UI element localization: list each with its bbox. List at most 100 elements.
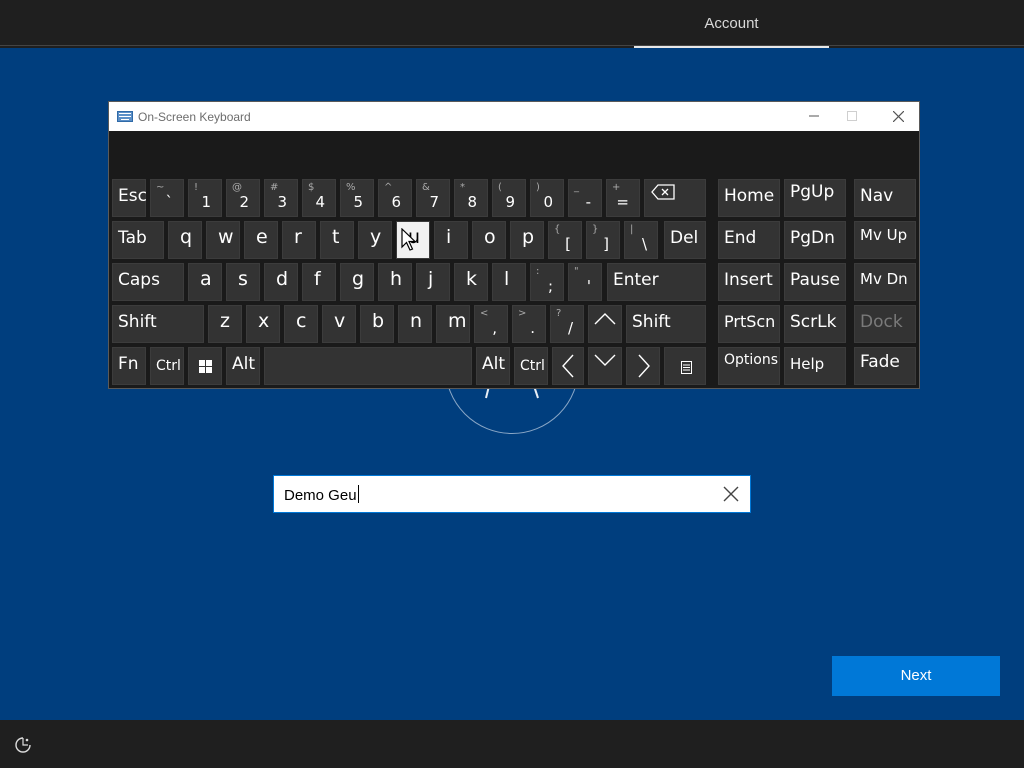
key-sym-r3-0[interactable]: :; [530,263,564,301]
next-button[interactable]: Next [832,656,1000,696]
close-icon [893,111,904,122]
key-sym-2[interactable]: | \ [624,221,658,259]
key-f[interactable]: f [302,263,336,301]
key-pgup[interactable]: PgUp [784,179,846,217]
key-8[interactable]: * 8 [454,179,488,217]
key-5[interactable]: % 5 [340,179,374,217]
key-z[interactable]: z [208,305,242,343]
tab-account[interactable]: Account [634,0,829,48]
key-2[interactable]: @2 [226,179,260,217]
key-mv-up[interactable]: Mv Up [854,221,916,259]
key-a[interactable]: a [188,263,222,301]
key-e[interactable]: e [244,221,278,259]
maximize-button[interactable] [829,102,875,131]
key-y[interactable]: y [358,221,392,259]
key-`[interactable]: ~ ` [150,179,184,217]
key-options[interactable]: Options [718,347,780,385]
key-3[interactable]: #3 [264,179,298,217]
key-w[interactable]: w [206,221,240,259]
key-i[interactable]: i [434,221,468,259]
key-c[interactable]: c [284,305,318,343]
key-arrow-left[interactable] [552,347,584,385]
key-backspace[interactable] [644,179,706,217]
key-enter[interactable]: Enter [607,263,706,301]
key-shift-right[interactable]: Shift [626,305,706,343]
ease-of-access-icon[interactable] [14,736,32,754]
key-fn[interactable]: Fn [112,347,146,385]
key-pgdn[interactable]: PgDn [784,221,846,259]
key-sym-r4-2[interactable]: ? / [550,305,584,343]
key-pause[interactable]: Pause [784,263,846,301]
key-label: u [408,226,421,248]
clear-icon[interactable] [722,485,740,503]
key-j[interactable]: j [416,263,450,301]
key-nav[interactable]: Nav [854,179,916,217]
key-alt-left[interactable]: Alt [226,347,260,385]
key-end[interactable]: End [718,221,780,259]
key-esc[interactable]: Esc [112,179,147,217]
key-4[interactable]: $4 [302,179,336,217]
key-mv-dn[interactable]: Mv Dn [854,263,916,301]
key-l[interactable]: l [492,263,526,301]
key-t[interactable]: t [320,221,354,259]
key-label: h [390,268,403,290]
key-6[interactable]: ^ 6 [378,179,412,217]
key-r[interactable]: r [282,221,316,259]
arrow-down-icon [594,354,616,366]
key-sym-r3-1[interactable]: " ' [568,263,602,301]
key-p[interactable]: p [510,221,544,259]
close-button[interactable] [875,102,921,131]
key-arrow-right[interactable] [626,347,660,385]
key--[interactable]: _ - [568,179,602,217]
key-0[interactable]: ) 0 [530,179,564,217]
key-label: c [296,310,307,332]
key-b[interactable]: b [360,305,394,343]
key-q[interactable]: q [168,221,202,259]
key-insert[interactable]: Insert [718,263,780,301]
key-sym-1[interactable]: }] [586,221,620,259]
key-1[interactable]: ! 1 [188,179,222,217]
key-s[interactable]: s [226,263,260,301]
key-n[interactable]: n [398,305,432,343]
key-tab[interactable]: Tab [112,221,164,259]
key-sym-r4-1[interactable]: >. [512,305,546,343]
key-caps[interactable]: Caps [112,263,184,301]
key-=[interactable]: + = [606,179,640,217]
osk-titlebar[interactable]: On-Screen Keyboard [109,102,919,131]
key-label: 1 [201,193,211,211]
key-fade[interactable]: Fade [854,347,916,385]
key-ctrl-right[interactable]: Ctrl [514,347,548,385]
key-h[interactable]: h [378,263,412,301]
key-k[interactable]: k [454,263,488,301]
key-ctrl-left[interactable]: Ctrl [150,347,184,385]
key-menu[interactable] [664,347,706,385]
key-shift-label: { [554,224,561,235]
username-input[interactable]: Demo Geu [273,475,751,513]
key-del[interactable]: Del [664,221,706,259]
key-9[interactable]: (9 [492,179,526,217]
key-7[interactable]: & 7 [416,179,450,217]
windows-logo-icon [199,360,212,373]
key-m[interactable]: m [436,305,470,343]
key-home[interactable]: Home [718,179,780,217]
key-arrow-up[interactable] [588,305,622,343]
key-label: d [276,268,289,290]
key-v[interactable]: v [322,305,356,343]
key-shift-left[interactable]: Shift [112,305,204,343]
key-sym-r4-0[interactable]: <, [474,305,508,343]
key-label: n [410,310,423,332]
key-windows[interactable] [188,347,222,385]
key-u[interactable]: u [396,221,430,259]
key-space[interactable] [264,347,472,385]
key-d[interactable]: d [264,263,298,301]
key-help[interactable]: Help [784,347,846,385]
key-sym-0[interactable]: {[ [548,221,582,259]
key-alt-right[interactable]: Alt [476,347,510,385]
key-shift-label: < [480,308,489,319]
key-o[interactable]: o [472,221,506,259]
key-scrlk[interactable]: ScrLk [784,305,846,343]
key-g[interactable]: g [340,263,374,301]
key-x[interactable]: x [246,305,280,343]
key-prtscn[interactable]: PrtScn [718,305,780,343]
key-arrow-down[interactable] [588,347,622,385]
